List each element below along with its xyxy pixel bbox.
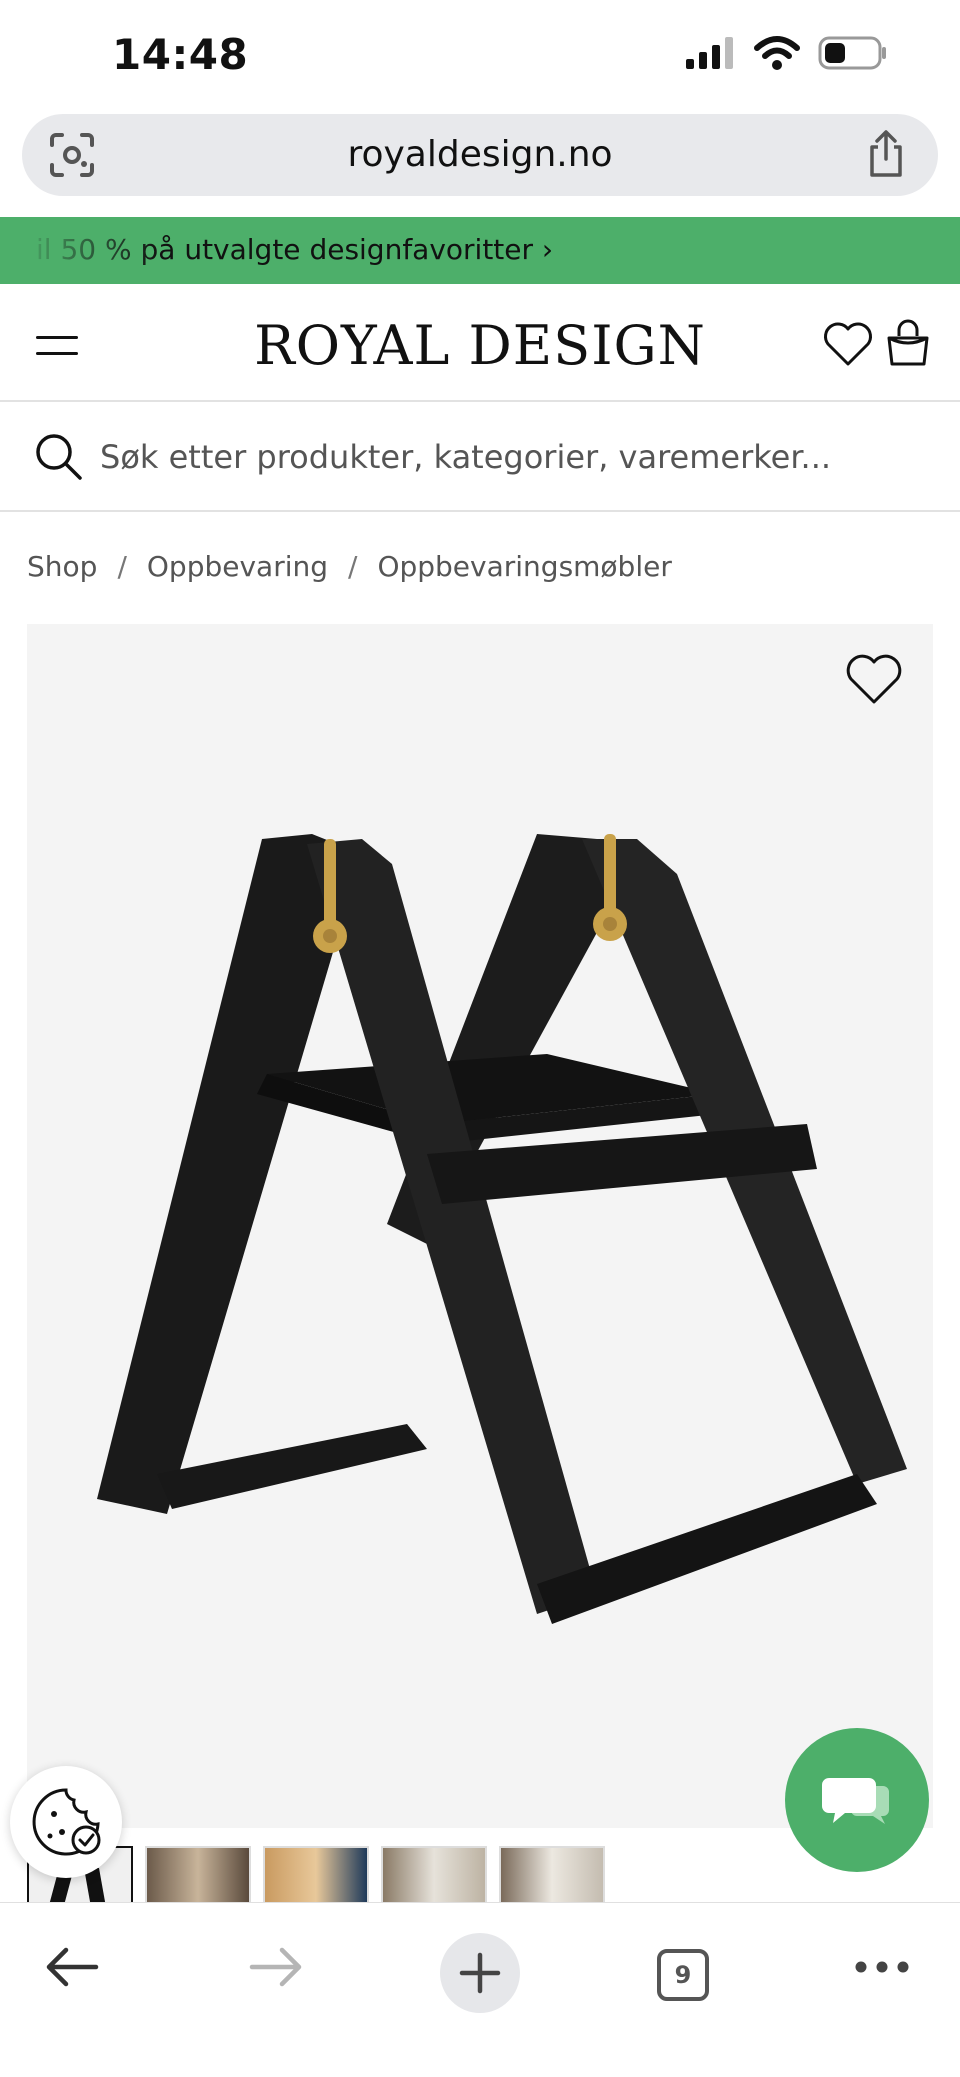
chat-icon [822, 1778, 889, 1824]
search-input[interactable] [100, 432, 920, 482]
logo[interactable]: ROYAL DESIGN [0, 314, 960, 377]
search-icon [36, 434, 82, 480]
breadcrumb-separator: / [117, 550, 127, 583]
more-icon [855, 1961, 909, 1973]
thumbnail[interactable] [381, 1846, 487, 1904]
plus-icon [459, 1952, 501, 1994]
bag-icon[interactable] [884, 316, 932, 368]
breadcrumb-item-oppbevaringsmobler[interactable]: Oppbevaringsmøbler [377, 550, 671, 583]
browser-toolbar: 9 [0, 1902, 960, 2077]
breadcrumb-separator: / [348, 550, 358, 583]
back-arrow-icon [46, 1947, 99, 1987]
signal-icon [686, 37, 733, 69]
url-bar[interactable]: royaldesign.no [22, 114, 938, 196]
more-button[interactable] [842, 1927, 922, 2007]
promo-fade [0, 217, 160, 284]
thumbnail[interactable] [145, 1846, 251, 1904]
cookie-icon [32, 1788, 101, 1856]
back-button[interactable] [32, 1927, 112, 2007]
step-stool-illustration [97, 834, 907, 1624]
forward-button[interactable] [236, 1927, 316, 2007]
site-header: ROYAL DESIGN [0, 284, 960, 402]
heart-icon[interactable] [822, 320, 874, 368]
new-tab-button[interactable] [440, 1933, 520, 2013]
url-text[interactable]: royaldesign.no [22, 134, 938, 175]
tabs-button[interactable]: 9 [657, 1949, 709, 2001]
status-icons [686, 36, 888, 70]
breadcrumb-item-oppbevaring[interactable]: Oppbevaring [147, 550, 328, 583]
breadcrumb-item-shop[interactable]: Shop [27, 550, 97, 583]
chat-button[interactable] [785, 1728, 929, 1872]
status-time: 14:48 [112, 30, 249, 79]
breadcrumb: Shop / Oppbevaring / Oppbevaringsmøbler [27, 550, 672, 583]
battery-icon [818, 36, 886, 70]
search-bar[interactable] [0, 402, 960, 512]
thumbnail[interactable] [499, 1846, 605, 1904]
promo-banner[interactable]: il 50 % på utvalgte designfavoritter › [0, 217, 960, 284]
status-bar: 14:48 [0, 0, 960, 112]
share-icon[interactable] [864, 129, 908, 179]
thumbnail[interactable] [263, 1846, 369, 1904]
product-image[interactable] [27, 624, 933, 1828]
wishlist-heart-icon[interactable] [845, 652, 903, 706]
cookie-settings-button[interactable] [10, 1766, 122, 1878]
wifi-icon [754, 36, 800, 70]
forward-arrow-icon [249, 1947, 302, 1987]
